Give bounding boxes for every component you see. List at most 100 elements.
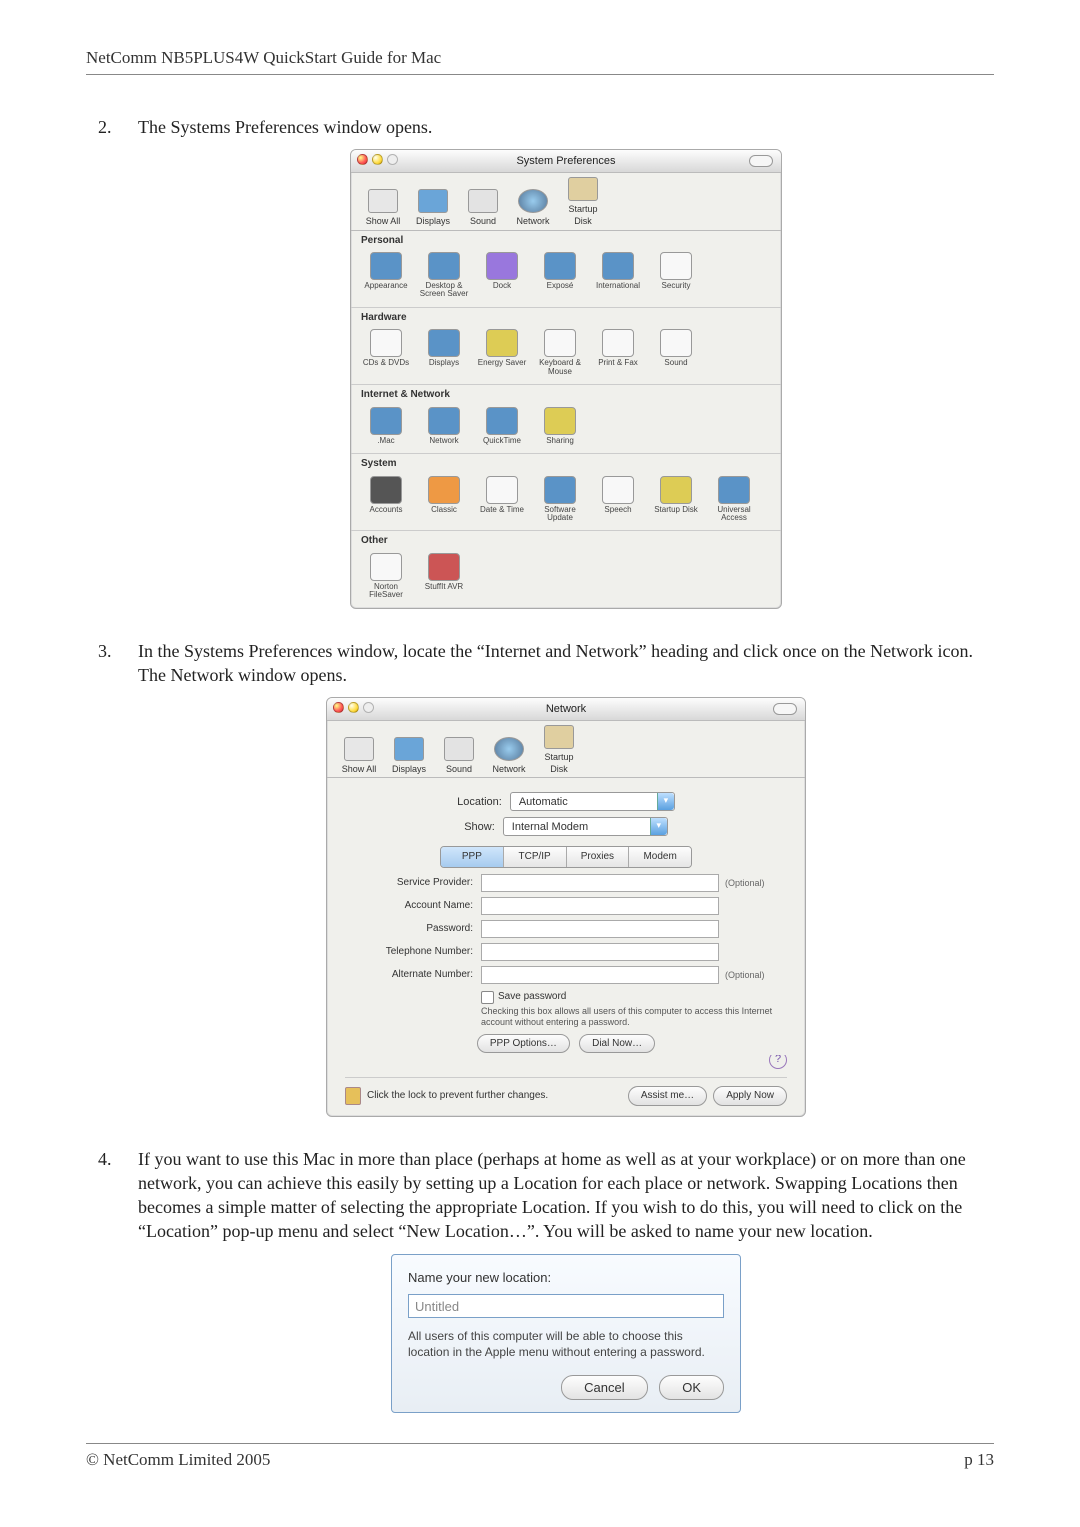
pref-stuffit[interactable]: StuffIt AVR: [417, 553, 471, 600]
help-icon[interactable]: ?: [769, 1055, 787, 1069]
label-alternate: Alternate Number:: [345, 968, 481, 982]
pref-accounts[interactable]: Accounts: [359, 476, 413, 523]
location-label: Location:: [457, 795, 510, 810]
location-select[interactable]: Automatic ▾: [510, 792, 675, 811]
step-3-number: 3.: [98, 639, 112, 663]
step-2: 2. The Systems Preferences window opens.…: [120, 115, 994, 609]
step-2-number: 2.: [98, 115, 112, 139]
toolbar-startup[interactable]: Startup Disk: [535, 725, 583, 775]
step-2-text: The Systems Preferences window opens.: [138, 117, 432, 137]
traffic-lights[interactable]: [333, 702, 374, 713]
pref-desktop[interactable]: Desktop & Screen Saver: [417, 252, 471, 299]
toolbar-pill-icon[interactable]: [749, 155, 773, 167]
pref-dotmac[interactable]: .Mac: [359, 407, 413, 445]
pref-print[interactable]: Print & Fax: [591, 329, 645, 376]
toolbar-network[interactable]: Network: [509, 189, 557, 227]
toolbar-sound[interactable]: Sound: [459, 189, 507, 227]
input-alternate[interactable]: [481, 966, 719, 984]
minimize-icon[interactable]: [372, 154, 383, 165]
network-titlebar: Network: [327, 698, 805, 721]
input-telephone[interactable]: [481, 943, 719, 961]
show-label: Show:: [464, 820, 503, 835]
system-preferences-window: System Preferences Show All Displays Sou…: [350, 149, 782, 608]
pref-startup2[interactable]: Startup Disk: [649, 476, 703, 523]
section-system: System: [351, 454, 781, 474]
pref-sharing[interactable]: Sharing: [533, 407, 587, 445]
zoom-icon[interactable]: [363, 702, 374, 713]
traffic-lights[interactable]: [357, 154, 398, 165]
network-toolbar: Show All Displays Sound Network Startup …: [327, 721, 805, 778]
tab-modem[interactable]: Modem: [629, 847, 691, 867]
step-4-number: 4.: [98, 1147, 112, 1171]
location-name-input[interactable]: [408, 1294, 724, 1318]
chevron-updown-icon: ▾: [650, 818, 667, 835]
toolbar-displays[interactable]: Displays: [409, 189, 457, 227]
toolbar-network[interactable]: Network: [485, 737, 533, 775]
pref-speech[interactable]: Speech: [591, 476, 645, 523]
pref-displays2[interactable]: Displays: [417, 329, 471, 376]
label-save-password: Save password: [498, 990, 566, 1004]
step-4: 4. If you want to use this Mac in more t…: [120, 1147, 994, 1414]
hint-save-password: Checking this box allows all users of th…: [481, 1006, 787, 1028]
ppp-options-button[interactable]: PPP Options…: [477, 1034, 570, 1054]
ppp-form: Service Provider: (Optional) Account Nam…: [345, 874, 787, 1069]
lock-text: Click the lock to prevent further change…: [367, 1089, 548, 1103]
input-password[interactable]: [481, 920, 719, 938]
pref-security[interactable]: Security: [649, 252, 703, 299]
step-3: 3. In the Systems Preferences window, lo…: [120, 639, 994, 1117]
section-other: Other: [351, 531, 781, 551]
cancel-button[interactable]: Cancel: [561, 1375, 647, 1401]
pref-sound[interactable]: Sound: [649, 329, 703, 376]
pref-network[interactable]: Network: [417, 407, 471, 445]
dial-now-button[interactable]: Dial Now…: [579, 1034, 655, 1054]
zoom-icon[interactable]: [387, 154, 398, 165]
pref-cds[interactable]: CDs & DVDs: [359, 329, 413, 376]
page-header: NetComm NB5PLUS4W QuickStart Guide for M…: [86, 48, 994, 68]
pref-quicktime[interactable]: QuickTime: [475, 407, 529, 445]
ok-button[interactable]: OK: [659, 1375, 724, 1401]
lock-icon[interactable]: [345, 1087, 361, 1105]
name-location-dialog: Name your new location: All users of thi…: [391, 1254, 741, 1413]
pref-energy[interactable]: Energy Saver: [475, 329, 529, 376]
label-account-name: Account Name:: [345, 899, 481, 913]
assist-me-button[interactable]: Assist me…: [628, 1086, 707, 1106]
close-icon[interactable]: [357, 154, 368, 165]
input-service-provider[interactable]: [481, 874, 719, 892]
footer-right: p 13: [964, 1450, 994, 1470]
pref-datetime[interactable]: Date & Time: [475, 476, 529, 523]
minimize-icon[interactable]: [348, 702, 359, 713]
window-title: System Preferences: [516, 155, 615, 167]
window-titlebar: System Preferences: [351, 150, 781, 173]
pref-universal[interactable]: Universal Access: [707, 476, 761, 523]
toolbar-pill-icon[interactable]: [773, 703, 797, 715]
pref-classic[interactable]: Classic: [417, 476, 471, 523]
tab-tcpip[interactable]: TCP/IP: [504, 847, 567, 867]
pref-keyboard[interactable]: Keyboard & Mouse: [533, 329, 587, 376]
tab-ppp[interactable]: PPP: [441, 847, 504, 867]
tab-proxies[interactable]: Proxies: [567, 847, 630, 867]
pref-expose[interactable]: Exposé: [533, 252, 587, 299]
optional-2: (Optional): [719, 969, 787, 981]
pref-norton[interactable]: Norton FileSaver: [359, 553, 413, 600]
header-rule: [86, 74, 994, 75]
toolbar-show-all[interactable]: Show All: [359, 189, 407, 227]
step-list: 2. The Systems Preferences window opens.…: [92, 115, 994, 1413]
toolbar-startup[interactable]: Startup Disk: [559, 177, 607, 227]
step-4-text: If you want to use this Mac in more than…: [138, 1149, 966, 1242]
toolbar-displays[interactable]: Displays: [385, 737, 433, 775]
close-icon[interactable]: [333, 702, 344, 713]
pref-international[interactable]: International: [591, 252, 645, 299]
window-title: Network: [546, 703, 586, 715]
toolbar-show-all[interactable]: Show All: [335, 737, 383, 775]
footer-left: © NetComm Limited 2005: [86, 1450, 270, 1470]
pref-appearance[interactable]: Appearance: [359, 252, 413, 299]
pref-dock[interactable]: Dock: [475, 252, 529, 299]
network-tabs: PPP TCP/IP Proxies Modem: [440, 846, 692, 868]
checkbox-save-password[interactable]: [481, 991, 494, 1004]
pref-software[interactable]: Software Update: [533, 476, 587, 523]
show-select[interactable]: Internal Modem ▾: [503, 817, 668, 836]
apply-now-button[interactable]: Apply Now: [713, 1086, 787, 1106]
label-service-provider: Service Provider:: [345, 876, 481, 890]
toolbar-sound[interactable]: Sound: [435, 737, 483, 775]
input-account-name[interactable]: [481, 897, 719, 915]
